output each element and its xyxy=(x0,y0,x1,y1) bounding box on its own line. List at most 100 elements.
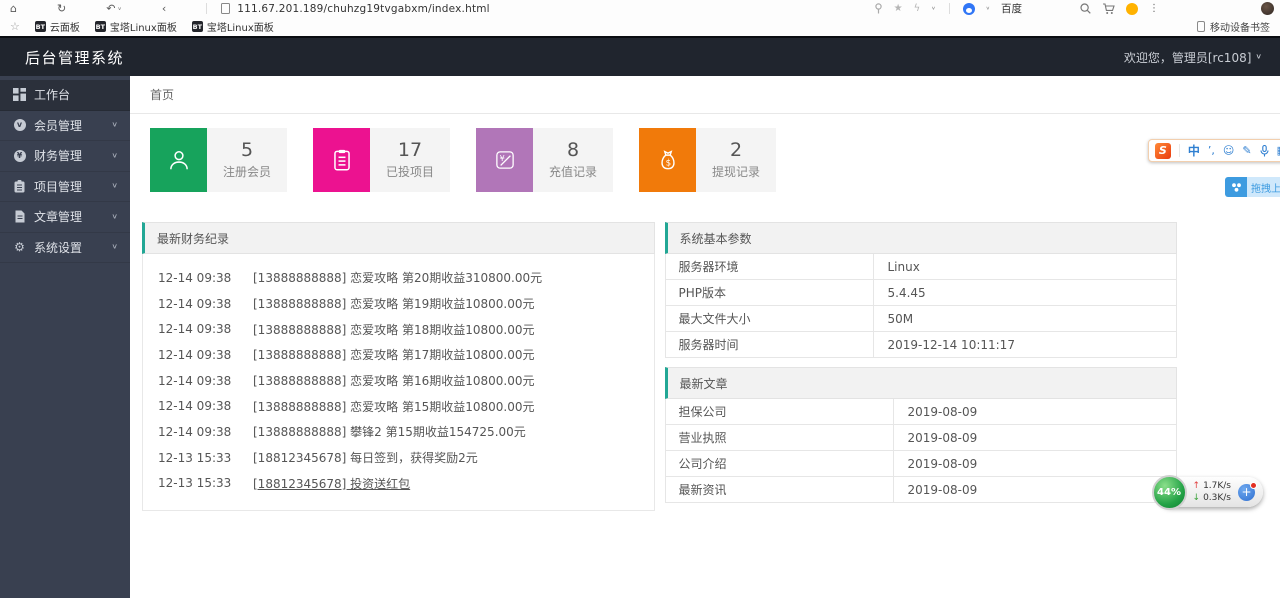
search-engine-label[interactable]: 百度 xyxy=(1001,1,1022,16)
stat-label: 充值记录 xyxy=(548,164,597,179)
article-date: 2019-08-09 xyxy=(907,430,978,445)
page-icon xyxy=(221,3,231,14)
system-params-panel: 系统基本参数 服务器环境 Linux PHP版本 5.4.45 最大文件大小 50M … xyxy=(664,222,1177,358)
moneybag-icon: $ xyxy=(639,128,696,192)
articles-panel-header: 最新文章 xyxy=(664,367,1177,399)
article-date: 2019-08-09 xyxy=(907,404,978,419)
breadcrumb: 首页 xyxy=(130,76,1280,114)
settings-gear-icon: ⚙ xyxy=(14,240,25,255)
phone-icon xyxy=(1197,21,1205,32)
chevron-down-icon: ∨ xyxy=(111,243,118,252)
bookmark-bt-panel-2[interactable]: BT 宝塔Linux面板 xyxy=(191,19,274,34)
pencil-icon[interactable]: ✎ xyxy=(1242,145,1251,156)
stat-card-projects[interactable]: 17 已投项目 xyxy=(313,128,450,192)
caret-down-icon[interactable]: ∨ xyxy=(986,6,990,12)
row-label: 服务器时间 xyxy=(666,332,874,357)
accelerate-plus-button[interactable]: + xyxy=(1238,481,1257,501)
sidebar-item-workbench[interactable]: 工作台 xyxy=(0,80,130,111)
record-text: [13888888888] 恋爱攻略 第18期收益10800.00元 xyxy=(253,322,535,337)
stat-card-recharges[interactable]: ¥ 8 充值记录 xyxy=(476,128,613,192)
bookmarks-bar: ☆ BT 云面板 BT 宝塔Linux面板 BT 宝塔Linux面板 移动设备书签 xyxy=(0,17,1280,36)
browser-avatar[interactable] xyxy=(1261,2,1274,15)
sidebar-item-label: 财务管理 xyxy=(34,149,83,164)
sidebar-item-label: 系统设置 xyxy=(34,240,83,255)
finance-record: 12-13 15:33 [18812345678] 投资送红包 xyxy=(143,471,654,497)
address-bar[interactable]: 111.67.201.189/chuhzg19tvgabxm/index.htm… xyxy=(237,3,490,15)
stat-label: 已投项目 xyxy=(385,164,434,179)
article-icon xyxy=(12,210,27,223)
drag-upload-badge[interactable]: 拖拽上 xyxy=(1225,177,1280,197)
table-row: 服务器时间 2019-12-14 10:11:17 xyxy=(665,332,1176,358)
chevron-down-icon: ∨ xyxy=(111,121,118,130)
bookmark-star-icon[interactable]: ☆ xyxy=(10,20,20,33)
chevron-down-icon: ∨ xyxy=(111,151,118,160)
network-speed-widget[interactable]: 44% ↑ 1.7K/s ↓ 0.3K/s + xyxy=(1151,474,1263,510)
keyboard-icon[interactable]: ▦ xyxy=(1277,145,1280,156)
user-menu[interactable]: 欢迎您，管理员[rc108] ∨ xyxy=(1124,49,1262,66)
finance-icon: ¥ xyxy=(12,149,27,162)
article-title[interactable]: 营业执照 xyxy=(666,425,894,450)
sidebar-item-articles[interactable]: 文章管理 ∨ xyxy=(0,202,130,233)
sidebar-item-members[interactable]: v 会员管理 ∨ xyxy=(0,111,130,141)
article-date: 2019-08-09 xyxy=(907,482,978,497)
finance-record: 12-14 09:38 [13888888888] 恋爱攻略 第19期收益1080… xyxy=(143,291,654,317)
article-title[interactable]: 担保公司 xyxy=(666,399,894,424)
favorite-star-icon[interactable]: ★ xyxy=(894,3,903,14)
stat-card-withdrawals[interactable]: $ 2 提现记录 xyxy=(639,128,776,192)
caret-down-icon[interactable]: ∨ xyxy=(931,6,935,12)
stat-value: 8 xyxy=(566,139,580,162)
refresh-icon[interactable]: ↻ xyxy=(57,3,66,14)
lightning-icon[interactable]: ϟ xyxy=(914,3,921,14)
download-arrow-icon: ↓ xyxy=(1192,493,1201,503)
bookmark-cloud-panel[interactable]: BT 云面板 xyxy=(34,19,80,34)
chinese-mode-icon[interactable]: 中 xyxy=(1188,145,1200,157)
table-row: 公司介绍 2019-08-09 xyxy=(665,451,1176,477)
article-title[interactable]: 公司介绍 xyxy=(666,451,894,476)
memory-usage-ball[interactable]: 44% xyxy=(1151,474,1187,510)
sidebar-item-finance[interactable]: ¥ 财务管理 ∨ xyxy=(0,141,130,172)
bookmark-label: 宝塔Linux面板 xyxy=(206,23,274,34)
divider xyxy=(1178,144,1180,157)
mic-icon[interactable] xyxy=(1260,144,1269,157)
undo-dropdown[interactable]: ↶ ∨ xyxy=(106,3,122,14)
bt-favicon: BT xyxy=(34,21,46,32)
bookmark-label: 云面板 xyxy=(49,23,80,34)
undo-icon[interactable]: ↶ xyxy=(106,3,115,14)
punctuation-icon[interactable]: ’, xyxy=(1208,145,1215,156)
breadcrumb-home[interactable]: 首页 xyxy=(150,86,174,103)
bt-favicon: BT xyxy=(94,21,106,32)
recharge-icon: ¥ xyxy=(476,128,533,192)
record-time: 12-14 09:38 xyxy=(158,373,232,388)
sidebar-item-settings[interactable]: ⚙ 系统设置 ∨ xyxy=(0,233,130,263)
sogou-input-toolbar[interactable]: S 中 ’, ☺ ✎ ▦ xyxy=(1147,139,1280,162)
home-icon[interactable]: ⌂ xyxy=(10,3,17,14)
system-panel-header: 系统基本参数 xyxy=(664,222,1177,254)
finance-record: 12-14 09:38 [13888888888] 恋爱攻略 第20期收益3108… xyxy=(143,265,654,291)
page-title: 后台管理系统 xyxy=(25,48,125,67)
back-icon[interactable]: ‹ xyxy=(162,3,166,14)
row-label: 服务器环境 xyxy=(666,254,874,279)
record-text: [13888888888] 攀锋2 第15期收益154725.00元 xyxy=(253,425,526,440)
panel-title: 系统基本参数 xyxy=(679,231,752,246)
menu-kebab-icon[interactable]: ⋮ xyxy=(1149,3,1159,14)
sogou-logo-icon[interactable]: S xyxy=(1154,142,1171,159)
record-text: [13888888888] 恋爱攻略 第19期收益10800.00元 xyxy=(253,297,535,312)
record-text-link[interactable]: [18812345678] 投资送红包 xyxy=(253,475,410,492)
stat-card-members[interactable]: 5 注册会员 xyxy=(150,128,287,192)
sidebar: 工作台 v 会员管理 ∨ ¥ 财务管理 ∨ 项目管理 ∨ 文章管理 ∨ ⚙ 系统… xyxy=(0,76,130,598)
search-icon[interactable] xyxy=(1080,3,1091,14)
baidu-logo-icon[interactable] xyxy=(962,2,975,15)
pin-icon[interactable] xyxy=(874,3,883,14)
chevron-down-icon: ∨ xyxy=(111,182,118,191)
mobile-bookmarks[interactable]: 移动设备书签 xyxy=(1197,19,1270,34)
sidebar-item-projects[interactable]: 项目管理 ∨ xyxy=(0,172,130,202)
drag-upload-label: 拖拽上 xyxy=(1247,177,1280,197)
share-cluster-icon xyxy=(1225,177,1247,197)
article-title[interactable]: 最新资讯 xyxy=(666,477,894,502)
bookmark-bt-panel-1[interactable]: BT 宝塔Linux面板 xyxy=(94,19,177,34)
cart-icon[interactable] xyxy=(1102,2,1115,15)
smiley-icon[interactable]: ☺ xyxy=(1223,145,1234,156)
rewards-icon[interactable] xyxy=(1126,2,1138,15)
finance-record: 12-14 09:38 [13888888888] 攀锋2 第15期收益15472… xyxy=(143,419,654,445)
divider xyxy=(206,3,208,14)
